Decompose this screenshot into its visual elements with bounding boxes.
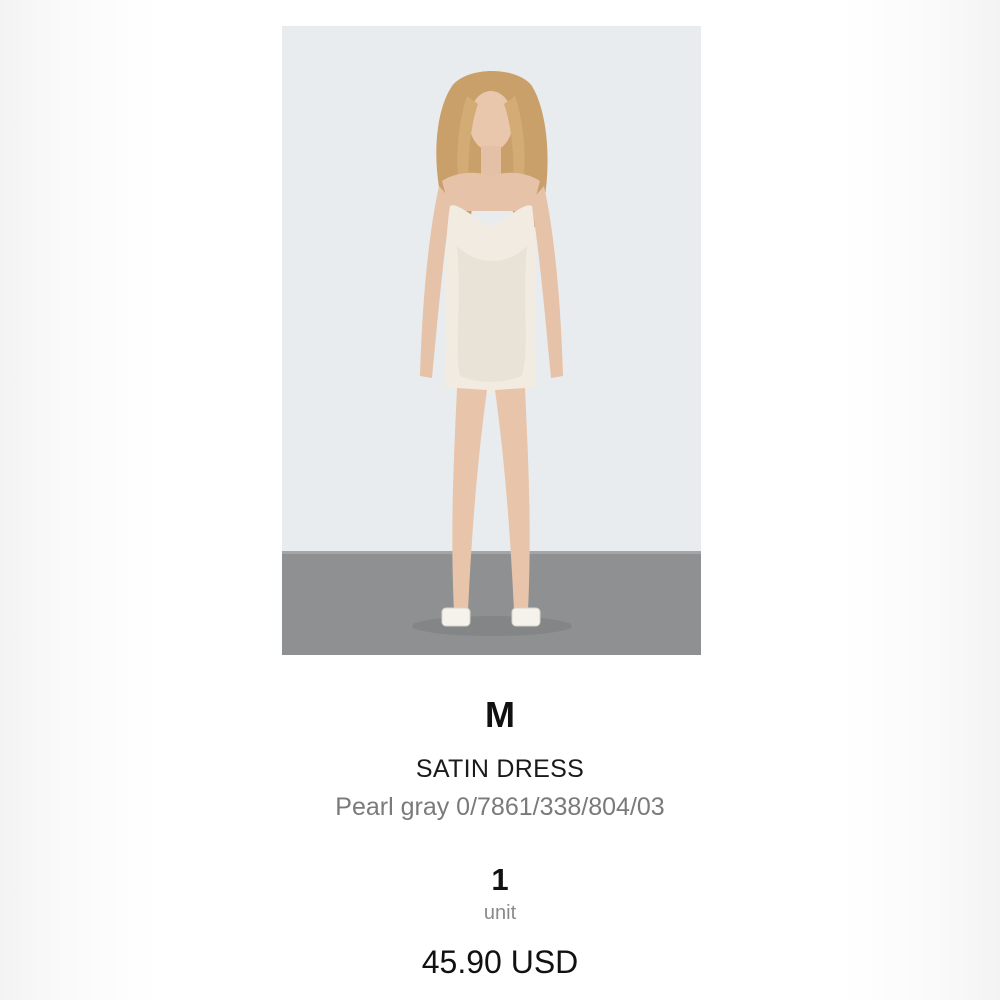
background-blur-right (840, 0, 1000, 1000)
background-blur-left (0, 0, 160, 1000)
quantity-value: 1 (491, 862, 509, 897)
size-label: M (485, 694, 515, 735)
quantity-unit: unit (483, 902, 517, 924)
product-color-reference: Pearl gray 0/7861/338/804/03 (335, 793, 665, 821)
product-image[interactable] (282, 26, 701, 655)
product-photo-illustration (282, 26, 701, 655)
price-label: 45.90 USD (421, 944, 579, 980)
product-name: SATIN DRESS (415, 755, 585, 783)
order-item-card: M SATIN DRESS Pearl gray 0/7861/338/804/… (160, 0, 840, 1000)
order-item-screen: M SATIN DRESS Pearl gray 0/7861/338/804/… (0, 0, 1000, 1000)
